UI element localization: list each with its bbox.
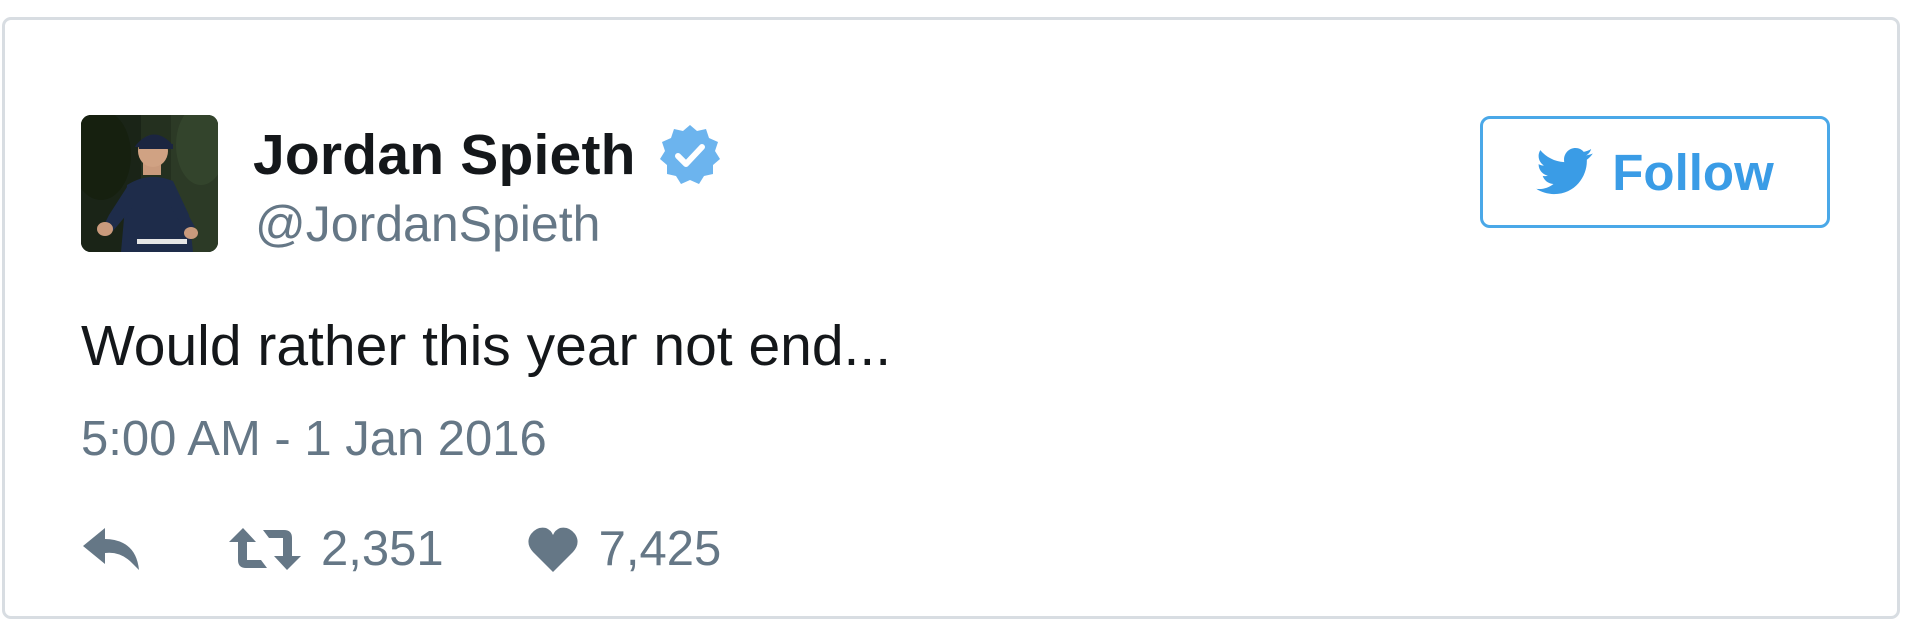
avatar[interactable] xyxy=(81,115,218,252)
retweet-icon xyxy=(229,528,301,570)
retweet-button[interactable]: 2,351 xyxy=(229,521,444,577)
retweet-count: 2,351 xyxy=(321,522,444,576)
reply-button[interactable] xyxy=(81,526,147,572)
follow-label: Follow xyxy=(1612,143,1774,201)
user-handle[interactable]: @JordanSpieth xyxy=(255,197,600,252)
heart-icon xyxy=(528,527,578,572)
name-row: Jordan Spieth xyxy=(253,120,722,190)
reply-icon xyxy=(83,528,139,570)
follow-button[interactable]: Follow xyxy=(1480,116,1830,228)
like-count: 7,425 xyxy=(598,522,722,576)
display-name[interactable]: Jordan Spieth xyxy=(253,126,636,184)
like-button[interactable]: 7,425 xyxy=(527,521,722,577)
tweet-text: Would rather this year not end... xyxy=(81,314,892,378)
tweet-timestamp[interactable]: 5:00 AM - 1 Jan 2016 xyxy=(81,412,547,467)
verified-badge-icon xyxy=(658,123,722,187)
tweet-actions: 2,351 7,425 xyxy=(81,517,721,581)
twitter-bird-icon xyxy=(1536,148,1594,195)
avatar-photo xyxy=(81,115,218,252)
tweet-card: Jordan Spieth @JordanSpieth Follow Would… xyxy=(2,17,1900,619)
